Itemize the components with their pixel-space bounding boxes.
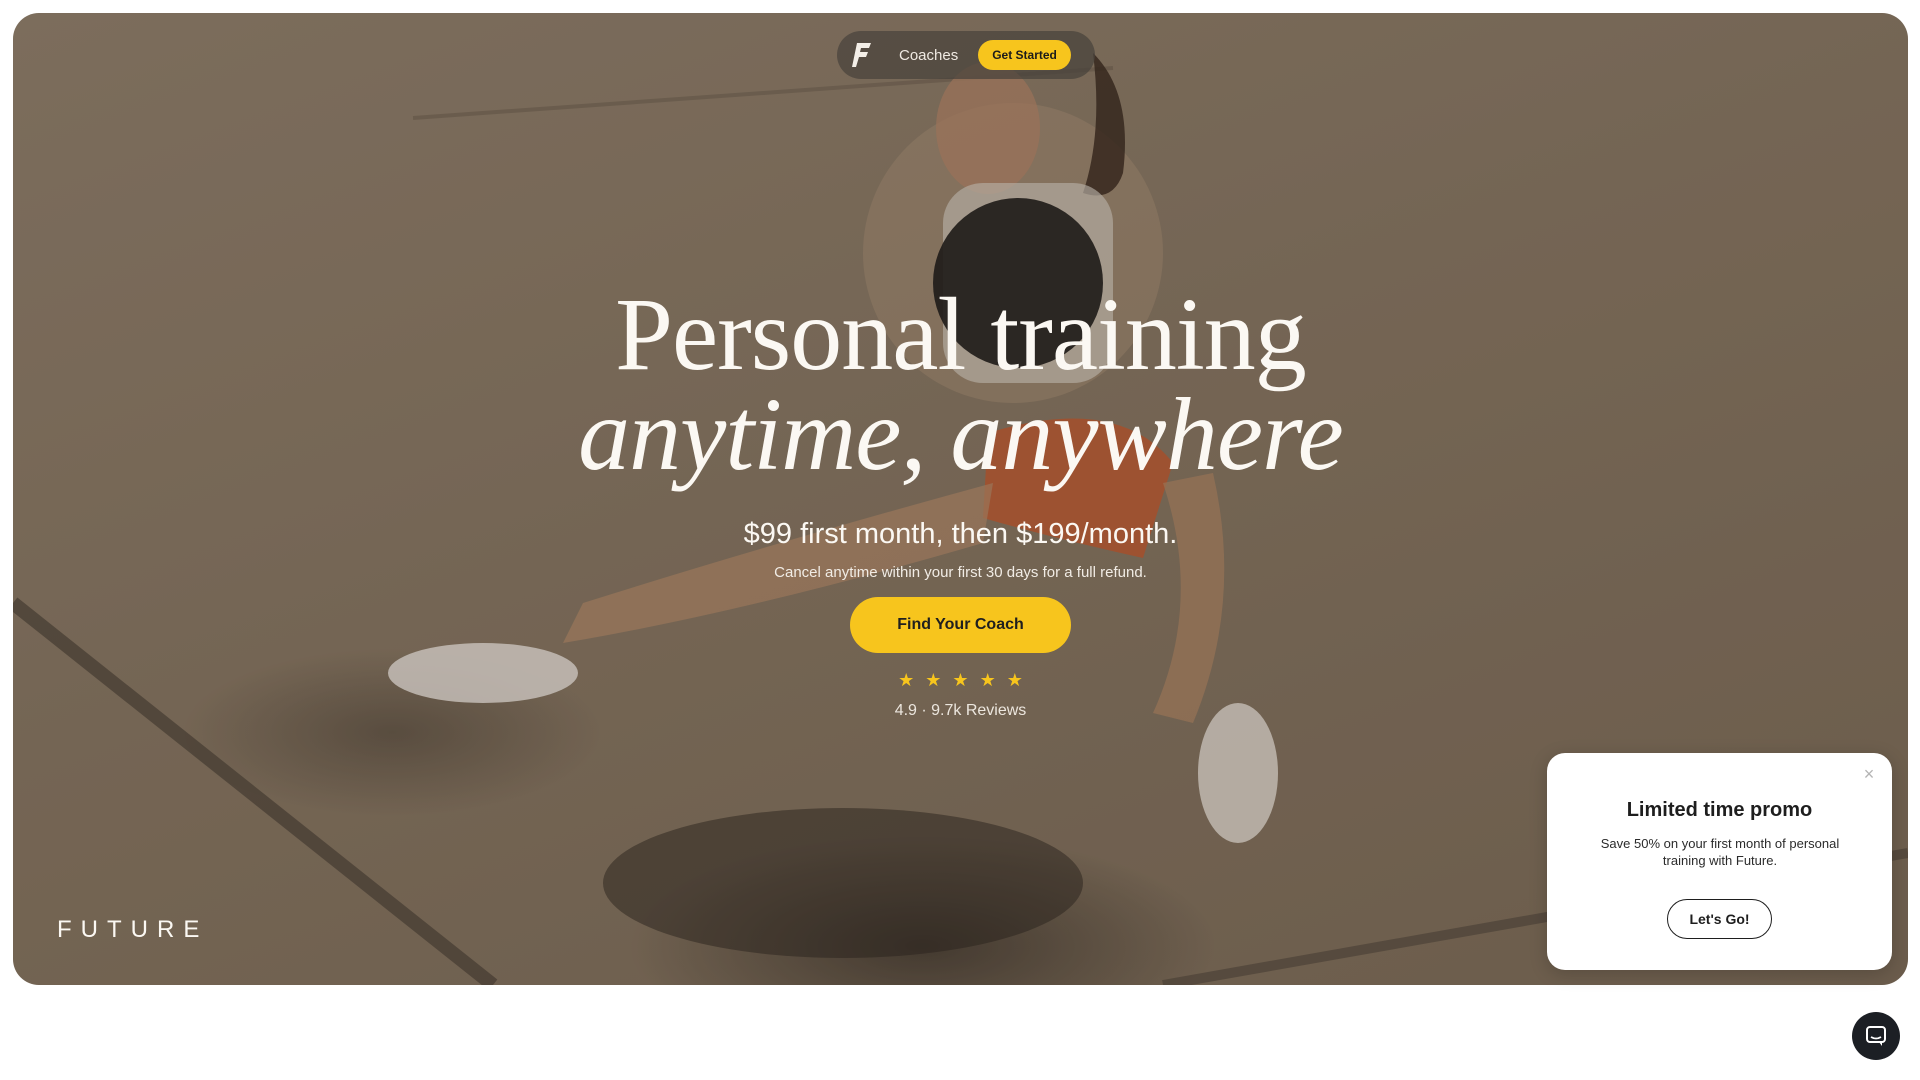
star-icon: ★	[898, 670, 915, 690]
promo-description: Save 50% on your first month of personal…	[1600, 836, 1840, 868]
close-icon[interactable]: ×	[1860, 765, 1878, 783]
star-icon: ★	[952, 670, 969, 690]
future-logo-icon[interactable]	[851, 41, 875, 69]
rating-stars: ★ ★ ★ ★ ★	[13, 671, 1908, 689]
nav-link-coaches[interactable]: Coaches	[899, 47, 958, 64]
star-icon: ★	[925, 670, 942, 690]
get-started-button[interactable]: Get Started	[978, 40, 1071, 70]
rating-text: 4.9 · 9.7k Reviews	[894, 702, 1027, 719]
chat-launcher-button[interactable]	[1852, 1012, 1900, 1060]
price-text: $99 first month, then $199/month.	[743, 518, 1178, 550]
lets-go-button[interactable]: Let's Go!	[1667, 899, 1772, 939]
find-your-coach-button[interactable]: Find Your Coach	[850, 597, 1071, 653]
brand-wordmark: FUTURE	[57, 916, 209, 943]
star-icon: ★	[1006, 670, 1023, 690]
promo-popup: × Limited time promo Save 50% on your fi…	[1547, 753, 1892, 970]
promo-title: Limited time promo	[1626, 799, 1813, 821]
chat-icon	[1866, 1026, 1886, 1046]
star-icon: ★	[979, 670, 996, 690]
refund-text: Cancel anytime within your first 30 days…	[774, 564, 1147, 581]
top-nav: Coaches Get Started	[837, 31, 1095, 79]
headline-line-2: anytime, anywhere	[578, 377, 1344, 492]
